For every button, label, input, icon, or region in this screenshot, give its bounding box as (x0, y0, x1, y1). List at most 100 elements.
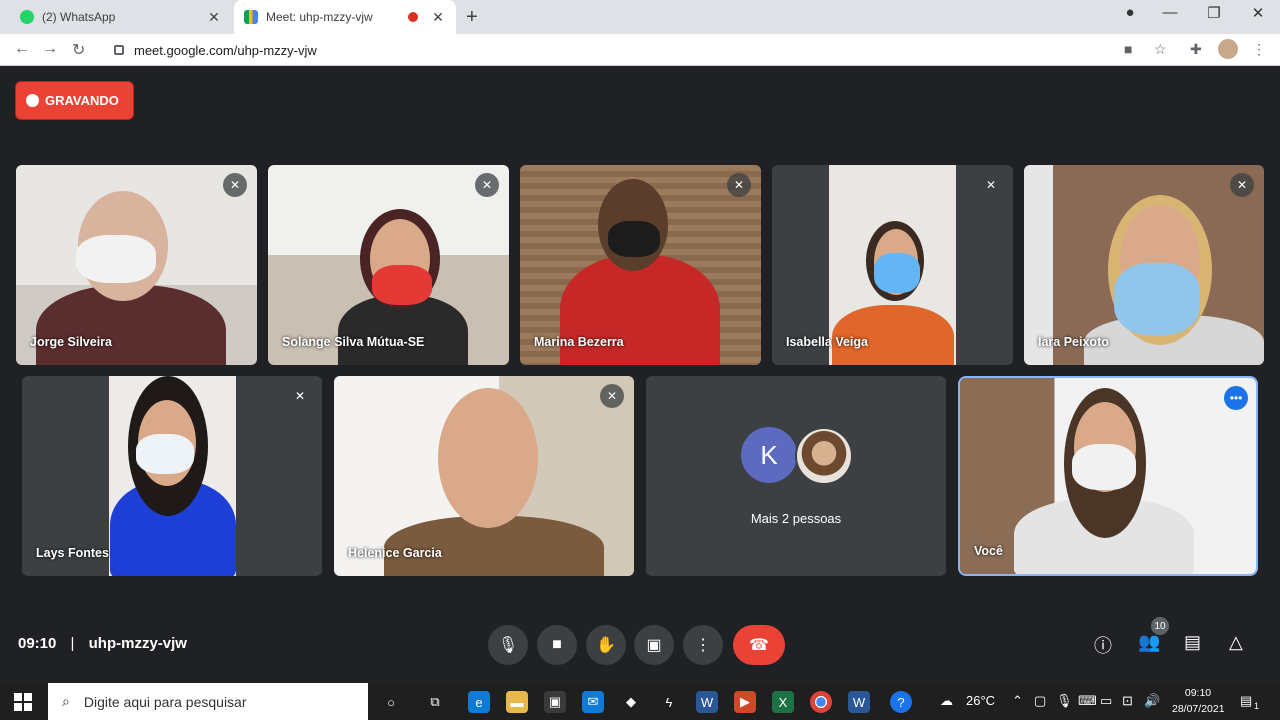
vertical-dots-icon: ⋮ (695, 637, 711, 654)
hand-icon: ✋ (596, 637, 616, 654)
participant-name: Você (974, 544, 1003, 558)
face-mask (1072, 444, 1136, 490)
bookmark-star-icon[interactable]: ☆ (1154, 41, 1167, 58)
mic-off-icon: ✕ (600, 384, 624, 408)
participant-name: Jorge Silveira (30, 335, 112, 349)
participant-name: Helenice Garcia (348, 546, 442, 560)
participant-tile[interactable]: ✕ Lays Fontes (22, 376, 322, 576)
meet-tray-icon[interactable]: ▢ (1034, 693, 1046, 709)
microphone-icon: 🎙 (497, 637, 519, 654)
taskbar-search[interactable]: ⌕ Digite aqui para pesquisar (48, 683, 368, 720)
clock-time: 09:10 (1184, 687, 1212, 699)
meet-stage: GRAVANDO ✕ Jorge Silveira ✕ Solange Silv… (0, 66, 1280, 683)
taskbar-clock[interactable]: 09:10 28/07/2021 (1172, 685, 1225, 717)
tab-whatsapp[interactable]: (2) WhatsApp ✕ (10, 0, 232, 34)
reload-icon[interactable]: ↻ (72, 40, 85, 60)
participant-tile[interactable]: ✕ Solange Silva Mútua-SE (268, 165, 509, 365)
store-icon[interactable]: ▣ (544, 691, 566, 713)
info-icon[interactable]: ⓘ (1094, 632, 1112, 658)
participant-count-badge: 10 (1151, 617, 1169, 635)
close-tab-icon[interactable]: ✕ (430, 9, 446, 25)
help-icon[interactable]: ? (890, 691, 912, 713)
word-icon[interactable]: W (848, 691, 870, 713)
more-participants-tile[interactable] (646, 376, 946, 576)
camera-button[interactable]: ■ (537, 625, 577, 665)
browser-tab-bar: (2) WhatsApp ✕ Meet: uhp-mzzy-vjw ✕ + ● … (0, 0, 1280, 34)
mic-tray-icon[interactable]: 🎙 (1056, 693, 1073, 709)
tab-meet[interactable]: Meet: uhp-mzzy-vjw ✕ (234, 0, 456, 34)
meeting-code: uhp-mzzy-vjw (88, 635, 187, 652)
raise-hand-button[interactable]: ✋ (586, 625, 626, 665)
lightning-icon[interactable]: ϟ (658, 691, 680, 713)
battery-icon[interactable]: ▭ (1100, 693, 1112, 709)
network-icon[interactable]: ⊡ (1122, 693, 1133, 709)
restore-button[interactable]: ❐ (1194, 4, 1234, 22)
clock-date: 28/07/2021 (1172, 703, 1225, 715)
recording-label: GRAVANDO (45, 93, 119, 108)
microphone-button[interactable]: 🎙 (488, 625, 528, 665)
speaker-icon[interactable]: 🔊 (1144, 693, 1160, 709)
self-tile[interactable]: ••• Você (960, 378, 1256, 574)
participant-name: Iara Peixoto (1038, 335, 1109, 349)
chat-icon[interactable]: ▤ (1184, 632, 1201, 653)
present-screen-button[interactable]: ▣ (634, 625, 674, 665)
extensions-icon[interactable]: ✚ (1190, 41, 1202, 58)
person-head (438, 388, 538, 528)
notifications-icon[interactable]: ▤ (1240, 693, 1252, 709)
notification-count: 1 (1254, 701, 1260, 711)
more-options-button[interactable]: ⋮ (683, 625, 723, 665)
leave-call-button[interactable]: ☎ (733, 625, 785, 665)
word-doc-icon[interactable]: W (696, 691, 718, 713)
more-options-icon[interactable]: ••• (1224, 386, 1248, 410)
weather-cloud-icon[interactable]: ☁ (940, 693, 953, 709)
participant-name: Marina Bezerra (534, 335, 624, 349)
search-placeholder: Digite aqui para pesquisar (83, 693, 247, 710)
chrome-icon[interactable] (810, 691, 832, 713)
tab-label: (2) WhatsApp (42, 10, 116, 24)
participant-tile[interactable]: ✕ Iara Peixoto (1024, 165, 1264, 365)
participant-tile[interactable]: ✕ Helenice Garcia (334, 376, 634, 576)
participant-tile[interactable]: ✕ Isabella Veiga (772, 165, 1013, 365)
tab-search-icon[interactable]: ● (1110, 4, 1150, 21)
chevron-up-icon[interactable]: ⌃ (1012, 693, 1023, 709)
menu-dots-icon[interactable]: ⋮ (1252, 41, 1266, 58)
dropbox-icon[interactable]: ◆ (620, 691, 642, 713)
recording-badge[interactable]: GRAVANDO (16, 82, 133, 119)
whatsapp-icon (20, 10, 34, 24)
activities-icon[interactable]: △ (1229, 632, 1243, 653)
edge-icon[interactable]: e (468, 691, 490, 713)
excel-icon[interactable]: X (772, 691, 794, 713)
present-icon: ▣ (646, 637, 662, 654)
separator: | (70, 635, 75, 652)
task-view-icon[interactable]: ⧉ (424, 691, 446, 713)
back-arrow-icon[interactable]: ← (14, 40, 30, 58)
participant-name: Lays Fontes (36, 546, 109, 560)
participant-avatar-k: K (741, 427, 797, 483)
mic-off-icon: ✕ (223, 173, 247, 197)
close-tab-icon[interactable]: ✕ (206, 9, 222, 25)
participant-tile[interactable]: ✕ Marina Bezerra (520, 165, 761, 365)
url-field[interactable]: meet.google.com/uhp-mzzy-vjw (100, 37, 1110, 63)
forward-arrow-icon[interactable]: → (42, 40, 58, 58)
temperature-label[interactable]: 26°C (966, 693, 995, 708)
people-icon[interactable]: 👥 (1138, 632, 1160, 653)
mic-off-icon: ✕ (979, 173, 1003, 197)
profile-avatar[interactable] (1218, 39, 1238, 59)
lock-icon (114, 45, 124, 55)
keyboard-icon[interactable]: ⌨ (1078, 693, 1097, 709)
participant-tile[interactable]: ✕ Jorge Silveira (16, 165, 257, 365)
close-window-button[interactable]: ✕ (1238, 4, 1278, 22)
participant-name: Solange Silva Mútua-SE (282, 335, 425, 349)
minimize-button[interactable]: — (1150, 4, 1190, 21)
file-explorer-icon[interactable]: ▬ (506, 691, 528, 713)
media-icon[interactable]: ▶ (734, 691, 756, 713)
new-tab-button[interactable]: + (466, 6, 478, 29)
cortana-icon[interactable]: ○ (380, 691, 402, 713)
mic-off-icon: ✕ (727, 173, 751, 197)
face-mask (372, 265, 432, 305)
camera-icon[interactable]: ■ (1124, 41, 1132, 57)
record-dot-icon (26, 94, 39, 107)
meeting-details: 09:10 | uhp-mzzy-vjw (18, 635, 187, 652)
windows-start-icon[interactable] (14, 693, 32, 711)
mail-icon[interactable]: ✉ (582, 691, 604, 713)
